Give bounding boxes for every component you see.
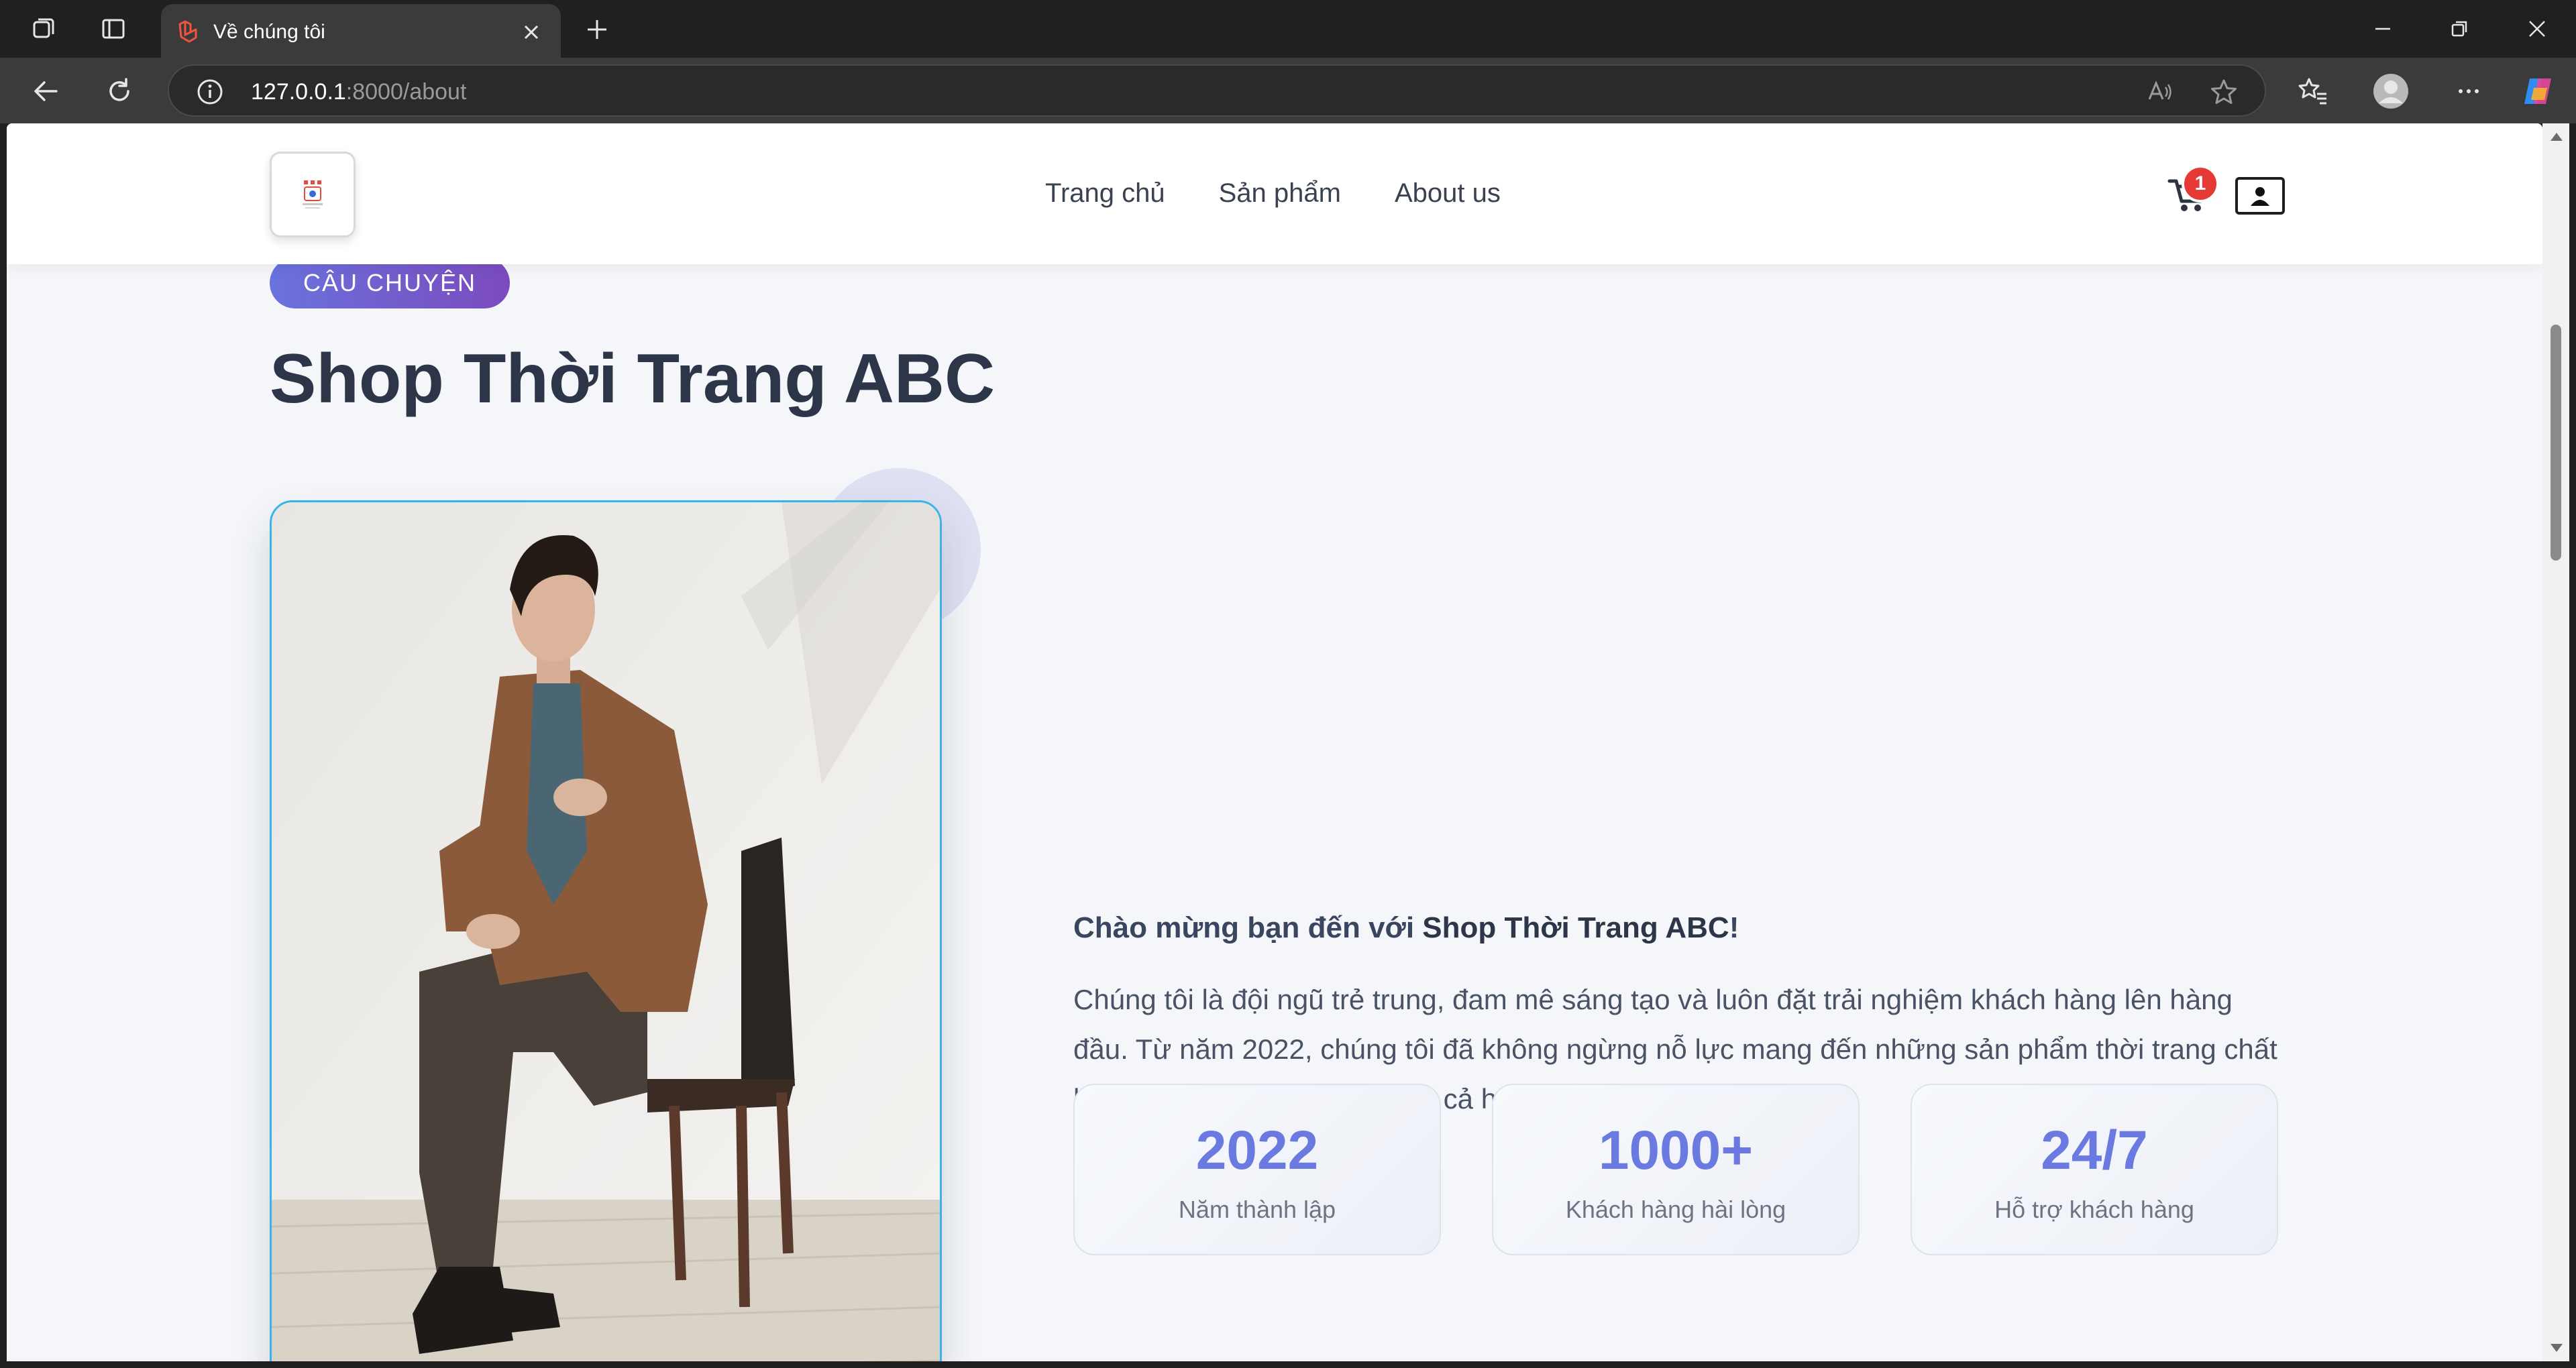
stat-label: Hỗ trợ khách hàng (1994, 1196, 2194, 1223)
scroll-up-arrow-icon[interactable] (2551, 133, 2563, 141)
browser-toolbar: 127.0.0.1:8000/about (0, 58, 2576, 123)
page-scrollbar[interactable] (2542, 123, 2569, 1361)
page-viewport: Trang chủ Sản phẩm About us 1 CÂU CHUYỆN… (7, 123, 2542, 1361)
window-bottom-edge (0, 1361, 2576, 1368)
stat-card-support: 24/7 Hỗ trợ khách hàng (1911, 1084, 2278, 1255)
close-window-icon[interactable] (2510, 9, 2564, 48)
star-icon[interactable] (2208, 76, 2239, 107)
restore-icon[interactable] (2432, 9, 2486, 48)
copilot-icon[interactable] (2517, 70, 2560, 113)
workspaces-icon[interactable] (25, 11, 62, 47)
url-path: :8000/about (345, 79, 467, 105)
minimize-icon[interactable] (2356, 9, 2410, 48)
user-icon (2251, 187, 2269, 206)
shop-logo-icon (303, 180, 323, 209)
stat-card-customers: 1000+ Khách hàng hài lòng (1492, 1084, 1860, 1255)
stat-label: Năm thành lập (1178, 1196, 1336, 1223)
stat-card-founded: 2022 Năm thành lập (1073, 1084, 1441, 1255)
read-aloud-icon[interactable] (2144, 76, 2175, 107)
browser-tab-bar: Về chúng tôi (0, 0, 2576, 58)
nav-home[interactable]: Trang chủ (1045, 176, 1165, 211)
plus-icon[interactable] (578, 11, 616, 48)
profile-icon[interactable] (2369, 70, 2412, 113)
tab-title: Về chúng tôi (213, 21, 325, 43)
intro-suffix: ! (1729, 911, 1739, 944)
close-icon[interactable] (515, 16, 547, 48)
nav-about[interactable]: About us (1395, 176, 1501, 211)
about-photo (270, 500, 942, 1361)
nav-products[interactable]: Sản phẩm (1219, 176, 1341, 211)
reload-icon[interactable] (99, 71, 140, 111)
intro-heading: Chào mừng bạn đến với Shop Thời Trang AB… (1073, 908, 1739, 948)
site-header: Trang chủ Sản phẩm About us 1 (7, 123, 2542, 264)
url-text[interactable]: 127.0.0.1:8000/about (251, 78, 466, 106)
stat-value: 2022 (1195, 1120, 1319, 1181)
tab-about[interactable]: Về chúng tôi (161, 4, 561, 58)
intro-prefix: Chào mừng bạn đến với (1073, 911, 1423, 944)
stats-row: 2022 Năm thành lập 1000+ Khách hàng hài … (1073, 1084, 2278, 1255)
info-icon[interactable] (196, 78, 224, 106)
back-icon[interactable] (25, 71, 66, 111)
laravel-favicon-icon (176, 19, 203, 46)
scrollbar-thumb[interactable] (2551, 325, 2561, 561)
stat-value: 24/7 (2041, 1120, 2148, 1181)
favorites-icon[interactable] (2292, 70, 2334, 113)
main-nav: Trang chủ Sản phẩm About us (1045, 176, 1501, 211)
story-badge: CÂU CHUYỆN (270, 258, 511, 308)
scroll-down-arrow-icon[interactable] (2551, 1344, 2563, 1352)
tab-actions-icon[interactable] (95, 11, 131, 47)
stat-value: 1000+ (1598, 1120, 1754, 1181)
stat-label: Khách hàng hài lòng (1565, 1196, 1786, 1223)
cart-count-badge: 1 (2182, 165, 2219, 203)
intro-brand: Shop Thời Trang ABC (1422, 911, 1729, 944)
account-button[interactable] (2235, 177, 2285, 215)
url-host: 127.0.0.1 (251, 79, 346, 105)
address-bar[interactable]: 127.0.0.1:8000/about (168, 64, 2266, 117)
page-title: Shop Thời Trang ABC (270, 340, 996, 418)
more-icon[interactable] (2447, 70, 2490, 113)
model-photo-illustration (272, 502, 940, 1361)
shop-logo[interactable] (270, 152, 356, 237)
